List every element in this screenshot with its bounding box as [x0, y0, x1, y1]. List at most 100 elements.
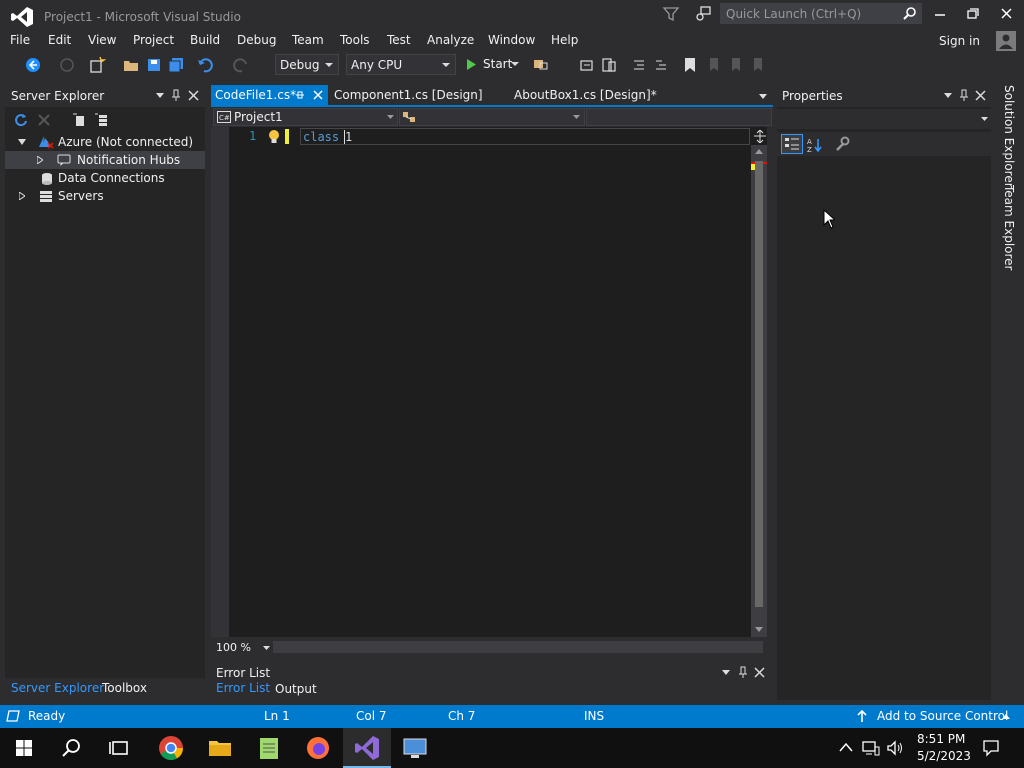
tab-component1-design[interactable]: Component1.cs [Design]	[331, 85, 506, 106]
tree-item-notification-hubs[interactable]: Notification Hubs	[5, 151, 205, 169]
menu-tools[interactable]: Tools	[340, 33, 370, 47]
file-explorer-icon[interactable]	[206, 734, 234, 762]
close-icon[interactable]	[188, 90, 199, 101]
new-project-icon[interactable]	[88, 56, 106, 74]
windows-start-icon[interactable]	[10, 734, 38, 762]
chevron-down-icon[interactable]	[944, 93, 952, 98]
clock-time[interactable]: 8:51 PM	[917, 732, 965, 746]
sign-in-link[interactable]: Sign in	[939, 34, 980, 48]
account-icon[interactable]	[996, 31, 1016, 51]
menu-test[interactable]: Test	[387, 33, 411, 47]
current-line-highlight[interactable]: class 1	[300, 128, 750, 145]
visual-studio-taskbar-button[interactable]	[343, 728, 391, 768]
expanded-arrow-icon[interactable]	[18, 139, 26, 145]
search-icon[interactable]	[58, 734, 86, 762]
solution-configuration-dropdown[interactable]: Debug	[275, 54, 339, 75]
restore-button[interactable]	[961, 4, 985, 24]
tree-item-azure[interactable]: Azure (Not connected)	[5, 133, 205, 151]
tab-team-explorer[interactable]: Team Explorer	[996, 185, 1016, 271]
scrollbar-thumb[interactable]	[755, 161, 763, 607]
menu-team[interactable]: Team	[292, 33, 324, 47]
step-into-icon[interactable]	[578, 56, 596, 74]
menu-analyze[interactable]: Analyze	[427, 33, 474, 47]
tab-solution-explorer[interactable]: Solution Explorer	[996, 85, 1016, 188]
tree-item-data-connections[interactable]: Data Connections	[5, 169, 205, 187]
menu-edit[interactable]: Edit	[48, 33, 71, 47]
project-dropdown[interactable]: C# Project1	[213, 108, 398, 126]
search-icon[interactable]	[902, 6, 917, 21]
property-pages-icon[interactable]	[835, 136, 851, 152]
uncomment-lines-icon[interactable]	[652, 56, 670, 74]
tab-codefile1[interactable]: CodeFile1.cs*	[211, 85, 328, 106]
pin-icon[interactable]	[171, 89, 181, 102]
menu-project[interactable]: Project	[133, 33, 174, 47]
redo-icon[interactable]	[232, 56, 250, 74]
show-hidden-icons-chevron-icon[interactable]	[839, 742, 853, 752]
vertical-scrollbar[interactable]	[751, 145, 767, 637]
firefox-icon[interactable]	[304, 734, 332, 762]
tab-server-explorer[interactable]: Server Explorer	[11, 681, 104, 695]
open-file-icon[interactable]	[122, 56, 140, 74]
tab-toolbox[interactable]: Toolbox	[102, 681, 147, 695]
volume-icon[interactable]	[886, 740, 904, 756]
close-icon[interactable]	[754, 667, 765, 678]
lightbulb-icon[interactable]	[267, 129, 281, 145]
connect-to-database-icon[interactable]	[71, 112, 87, 128]
start-debugging-button[interactable]: Start	[462, 54, 522, 75]
tree-item-servers[interactable]: Servers	[5, 187, 205, 205]
add-to-source-control-button[interactable]: Add to Source Control	[856, 705, 1016, 728]
chevron-down-icon[interactable]	[722, 670, 730, 675]
connect-to-server-icon[interactable]	[93, 112, 109, 128]
action-center-icon[interactable]	[982, 739, 1000, 757]
save-all-icon[interactable]	[167, 56, 185, 74]
undo-icon[interactable]	[196, 56, 214, 74]
object-selector-dropdown[interactable]	[777, 109, 991, 129]
menu-file[interactable]: File	[10, 33, 30, 47]
browser-link-icon[interactable]	[532, 56, 550, 74]
stop-refresh-icon[interactable]	[37, 113, 51, 127]
scroll-down-arrow-icon[interactable]	[755, 627, 763, 632]
horizontal-scrollbar[interactable]	[273, 641, 763, 653]
feedback-icon[interactable]	[694, 5, 712, 23]
menu-debug[interactable]: Debug	[237, 33, 276, 47]
clear-bookmarks-icon[interactable]	[749, 56, 767, 74]
menu-build[interactable]: Build	[190, 33, 220, 47]
clock-date[interactable]: 5/2/2023	[917, 749, 971, 763]
step-over-icon[interactable]	[600, 56, 618, 74]
chevron-down-icon[interactable]	[156, 93, 164, 98]
type-dropdown[interactable]	[399, 108, 585, 126]
next-bookmark-icon[interactable]	[727, 56, 745, 74]
split-window-icon[interactable]	[753, 130, 767, 143]
close-icon[interactable]	[975, 90, 986, 101]
save-icon[interactable]	[145, 56, 163, 74]
quick-launch-input[interactable]: Quick Launch (Ctrl+Q)	[720, 3, 922, 24]
refresh-icon[interactable]	[14, 113, 28, 127]
menu-window[interactable]: Window	[488, 33, 535, 47]
close-icon[interactable]	[313, 90, 323, 100]
tab-aboutbox1-design[interactable]: AboutBox1.cs [Design]*	[511, 85, 711, 106]
notepad-plus-plus-icon[interactable]	[255, 734, 283, 762]
alphabetical-sort-icon[interactable]: AZ	[807, 137, 823, 153]
member-dropdown[interactable]	[586, 108, 772, 126]
previous-bookmark-icon[interactable]	[705, 56, 723, 74]
menu-view[interactable]: View	[88, 33, 116, 47]
tab-output[interactable]: Output	[275, 682, 317, 696]
pin-icon[interactable]	[295, 90, 305, 101]
scroll-up-arrow-icon[interactable]	[755, 149, 763, 154]
chevron-down-icon[interactable]	[759, 94, 767, 99]
network-icon[interactable]	[862, 740, 880, 756]
menu-help[interactable]: Help	[551, 33, 578, 47]
chrome-icon[interactable]	[157, 734, 185, 762]
pin-icon[interactable]	[738, 666, 748, 679]
collapsed-arrow-icon[interactable]	[37, 156, 43, 164]
minimize-button[interactable]	[928, 4, 952, 24]
tab-error-list[interactable]: Error List	[216, 681, 270, 695]
solution-platform-dropdown[interactable]: Any CPU	[346, 54, 456, 75]
zoom-dropdown[interactable]: 100 %	[213, 638, 271, 656]
pin-icon[interactable]	[959, 89, 969, 102]
remote-desktop-icon[interactable]	[401, 734, 429, 762]
collapsed-arrow-icon[interactable]	[19, 192, 25, 200]
categorized-icon[interactable]	[781, 134, 803, 154]
code-editor[interactable]: 1 class 1	[211, 127, 767, 637]
notifications-filter-icon[interactable]	[662, 5, 680, 23]
